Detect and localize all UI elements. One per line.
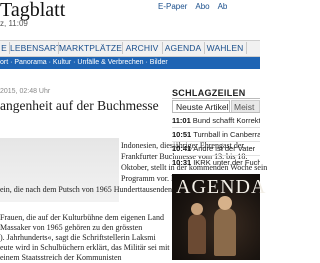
headline-item[interactable]: 11:01Bund schafft Korrekturen <box>172 116 260 126</box>
nav-tab-marktplaetze[interactable]: MARKTPLÄTZE <box>59 41 122 55</box>
ad-figure <box>188 214 206 254</box>
headline-time: 10:41 <box>172 144 192 153</box>
headline-text: Turnball in Canberra <box>193 130 260 139</box>
headline-text: Bund schafft Korrekturen <box>192 116 260 125</box>
headline-time: 11:01 <box>172 116 191 125</box>
divider <box>172 112 260 113</box>
lead-line: ein, die nach dem Putsch von 1965 Hunder… <box>0 185 172 194</box>
article-meta: 2015, 02:48 Uhr <box>0 88 51 95</box>
ad-title: AGENDA <box>176 176 267 198</box>
nav-tab-agenda[interactable]: AGENDA <box>163 41 203 55</box>
headline-time: 10:31 <box>172 158 192 167</box>
headline-item[interactable]: 10:31IKRK unter der Fuchtel <box>172 158 260 168</box>
sub-nav-links[interactable]: ort · Panorama · Kultur · Unfälle & Verb… <box>0 57 168 69</box>
link-ab[interactable]: Ab <box>218 2 228 11</box>
date-line: z, 11:09 <box>0 19 28 28</box>
headline-text: Andre ist der Vater <box>193 144 256 153</box>
divider <box>172 98 260 99</box>
tab-newest[interactable]: Neuste Artikel <box>172 100 230 112</box>
divider <box>172 155 260 156</box>
headline-time: 10:51 <box>172 130 192 139</box>
link-abo[interactable]: Abo <box>195 2 209 11</box>
headline-item[interactable]: 10:41 Andre ist der Vater <box>172 144 260 154</box>
divider <box>172 141 260 142</box>
nav-tab-partial[interactable]: E <box>0 41 8 55</box>
nav-tab-lebensart[interactable]: LEBENSART <box>10 41 61 55</box>
link-epaper[interactable]: E-Paper <box>158 2 187 11</box>
top-links: E-Paper Abo Ab <box>158 2 235 11</box>
ad-figure <box>191 203 203 215</box>
headline-text: IKRK unter der Fuchtel <box>193 158 260 167</box>
tab-most[interactable]: Meist <box>231 100 260 112</box>
site-logo[interactable]: Tagblatt <box>0 0 65 20</box>
body-line: einem Staatsstreich der Kommunisten <box>0 253 122 262</box>
nav-separator <box>246 42 247 54</box>
article-headline: angenheit auf der Buchmesse <box>0 98 159 113</box>
sidebar-title: SCHLAGZEILEN <box>172 88 246 98</box>
ad-figure <box>214 208 236 256</box>
nav-tab-archiv[interactable]: ARCHIV <box>123 41 161 55</box>
nav-tab-wahlen[interactable]: WAHLEN <box>205 41 245 55</box>
divider <box>172 127 260 128</box>
headline-item[interactable]: 10:51 Turnball in Canberra <box>172 130 260 140</box>
